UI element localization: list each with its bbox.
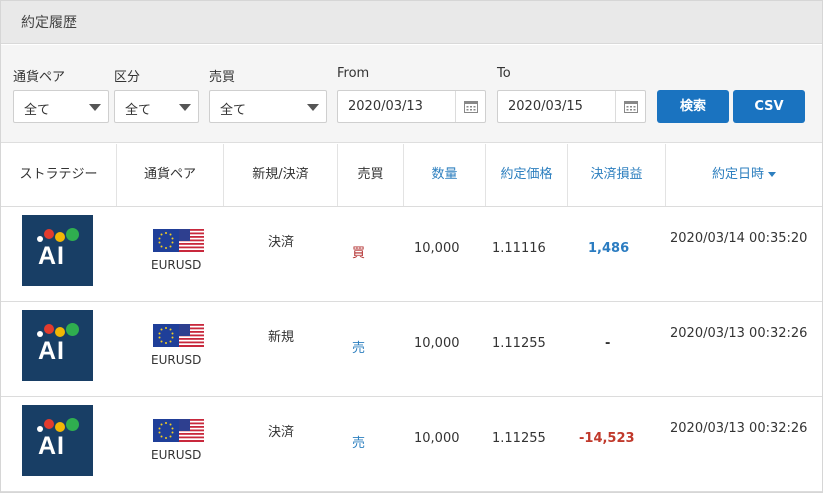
logo-dot-green — [66, 323, 79, 336]
column-header-datetime-label: 約定日時 — [711, 167, 764, 182]
logo-dot-yellow — [55, 232, 65, 242]
quantity: 10,000 — [414, 241, 460, 256]
calendar-icon[interactable] — [615, 91, 645, 122]
column-header-datetime[interactable]: 約定日時 — [666, 144, 822, 206]
trade-datetime: 2020/03/14 00:35:20 — [670, 231, 808, 246]
currency-pair-select[interactable]: 全て — [13, 90, 109, 123]
quantity: 10,000 — [414, 336, 460, 351]
eu-us-flag-icon — [153, 229, 204, 252]
ai-strategy-logo: AI — [22, 310, 93, 381]
currency-pair-label: 通貨ペア — [13, 70, 66, 85]
from-date-field[interactable]: 2020/03/13 — [337, 90, 486, 123]
pnl: - — [605, 336, 611, 351]
chevron-down-icon — [172, 91, 198, 122]
trade-datetime: 2020/03/13 00:32:26 — [670, 326, 808, 341]
side-label: 売買 — [209, 70, 236, 85]
table-row[interactable]: AI EURUSD 新規 売 10,000 1.11255 - 2020/03/… — [1, 302, 822, 397]
logo-dot-red — [44, 229, 54, 239]
panel-header: 約定履歴 — [1, 1, 822, 44]
column-header-strategy: ストラテジー — [1, 144, 117, 206]
sort-desc-icon — [768, 172, 776, 177]
logo-text: AI — [38, 337, 65, 365]
from-date-value: 2020/03/13 — [348, 99, 423, 114]
open-close-type: 決済 — [268, 235, 295, 250]
logo-dot-green — [66, 228, 79, 241]
currency-pair: EURUSD — [151, 258, 202, 272]
logo-text: AI — [38, 432, 65, 460]
logo-dot-yellow — [55, 327, 65, 337]
side-select[interactable]: 全て — [209, 90, 327, 123]
column-header-side: 売買 — [338, 144, 404, 206]
eu-us-flag-icon — [153, 419, 204, 442]
quantity: 10,000 — [414, 431, 460, 446]
price: 1.11116 — [492, 241, 546, 256]
logo-dot-yellow — [55, 422, 65, 432]
logo-text: AI — [38, 242, 65, 270]
currency-pair: EURUSD — [151, 353, 202, 367]
category-label: 区分 — [114, 70, 141, 85]
category-value: 全て — [125, 103, 152, 118]
pnl: -14,523 — [579, 431, 635, 446]
trade-history-panel: 約定履歴 通貨ペア 全て 区分 全て 売買 全て From 2020/03/13 — [0, 0, 823, 493]
ai-strategy-logo: AI — [22, 215, 93, 286]
logo-dot-red — [44, 324, 54, 334]
currency-pair-value: 全て — [24, 103, 51, 118]
trade-datetime: 2020/03/13 00:32:26 — [670, 421, 808, 436]
csv-button[interactable]: CSV — [733, 90, 805, 123]
column-header-price[interactable]: 約定価格 — [486, 144, 568, 206]
price: 1.11255 — [492, 431, 546, 446]
eu-us-flag-icon — [153, 324, 204, 347]
search-button[interactable]: 検索 — [657, 90, 729, 123]
chevron-down-icon — [300, 91, 326, 122]
price: 1.11255 — [492, 336, 546, 351]
column-header-quantity[interactable]: 数量 — [404, 144, 486, 206]
to-date-field[interactable]: 2020/03/15 — [497, 90, 646, 123]
column-header-open-close: 新規/決済 — [224, 144, 338, 206]
side: 売 — [352, 341, 366, 356]
side: 買 — [352, 246, 366, 261]
panel-title: 約定履歴 — [21, 15, 77, 31]
table-header: ストラテジー 通貨ペア 新規/決済 売買 数量 約定価格 決済損益 約定日時 — [1, 144, 822, 207]
logo-dot-green — [66, 418, 79, 431]
to-label: To — [497, 66, 511, 81]
side-value: 全て — [220, 103, 247, 118]
logo-dot-red — [44, 419, 54, 429]
open-close-type: 決済 — [268, 425, 295, 440]
column-header-currency-pair: 通貨ペア — [117, 144, 224, 206]
table-row[interactable]: AI EURUSD 決済 売 10,000 1.11255 -14,523 20… — [1, 397, 822, 492]
chevron-down-icon — [82, 91, 108, 122]
filter-bar: 通貨ペア 全て 区分 全て 売買 全て From 2020/03/13 To 2… — [1, 45, 822, 143]
to-date-value: 2020/03/15 — [508, 99, 583, 114]
side: 売 — [352, 436, 366, 451]
column-header-pnl[interactable]: 決済損益 — [568, 144, 666, 206]
ai-strategy-logo: AI — [22, 405, 93, 476]
calendar-icon[interactable] — [455, 91, 485, 122]
table-row[interactable]: AI EURUSD 決済 買 10,000 1.11116 1,486 2020… — [1, 207, 822, 302]
currency-pair: EURUSD — [151, 448, 202, 462]
category-select[interactable]: 全て — [114, 90, 199, 123]
from-label: From — [337, 66, 370, 81]
open-close-type: 新規 — [268, 330, 295, 345]
pnl: 1,486 — [588, 241, 630, 256]
